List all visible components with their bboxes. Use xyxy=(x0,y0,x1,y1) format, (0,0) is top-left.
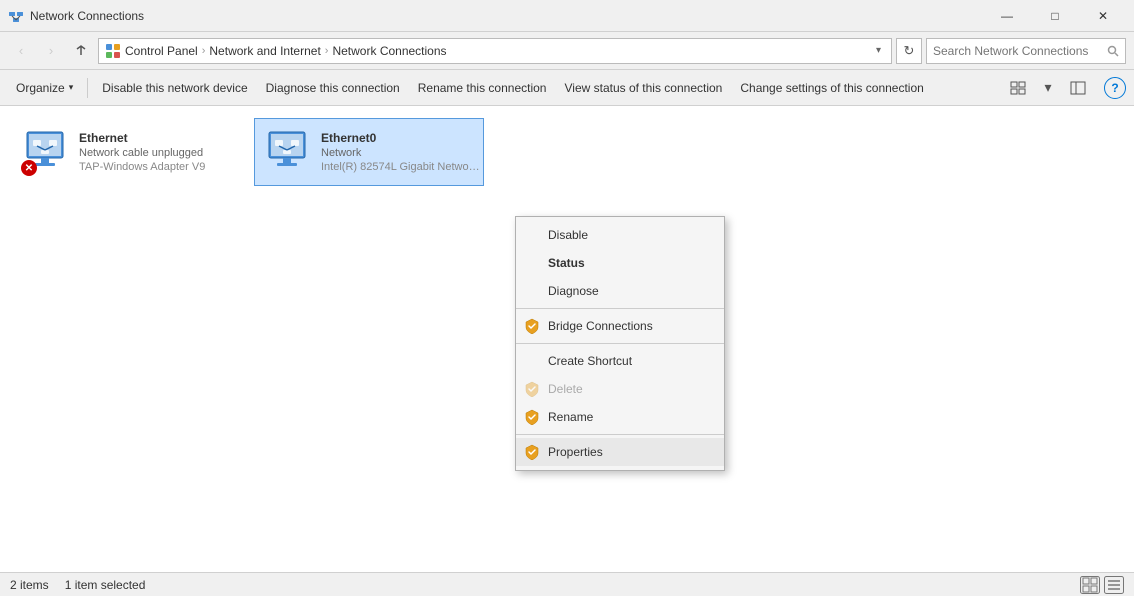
shield-icon-bridge xyxy=(524,318,540,334)
search-input[interactable] xyxy=(933,44,1103,58)
address-path[interactable]: Control Panel › Network and Internet › N… xyxy=(98,38,892,64)
context-menu: Disable Status Diagnose Bridge Connectio… xyxy=(515,216,725,471)
title-bar: Network Connections — □ ✕ xyxy=(0,0,1134,32)
change-settings-button[interactable]: Change settings of this connection xyxy=(732,74,931,102)
ctx-rename[interactable]: Rename xyxy=(516,403,724,431)
shield-icon-delete xyxy=(524,381,540,397)
ethernet0-info: Ethernet0 Network Intel(R) 82574L Gigabi… xyxy=(321,131,481,173)
ethernet0-desc: Intel(R) 82574L Gigabit Network C... xyxy=(321,161,481,173)
title-bar-controls: — □ ✕ xyxy=(984,0,1126,32)
toolbar: Organize ▾ Disable this network device D… xyxy=(0,70,1134,106)
selected-count: 1 item selected xyxy=(65,578,146,592)
minimize-button[interactable]: — xyxy=(984,0,1030,32)
hide-pane-button[interactable] xyxy=(1064,74,1092,102)
back-button[interactable]: ‹ xyxy=(8,38,34,64)
organize-button[interactable]: Organize ▾ xyxy=(8,74,81,102)
status-details-button[interactable] xyxy=(1104,576,1124,594)
status-large-icons-button[interactable] xyxy=(1080,576,1100,594)
ctx-shortcut[interactable]: Create Shortcut xyxy=(516,347,724,375)
toolbar-separator-1 xyxy=(87,78,88,98)
ethernet-icon-wrap: ✕ xyxy=(21,128,69,176)
ctx-status[interactable]: Status xyxy=(516,249,724,277)
view-dropdown-button[interactable]: ▾ xyxy=(1034,74,1062,102)
ctx-sep-3 xyxy=(516,434,724,435)
close-button[interactable]: ✕ xyxy=(1080,0,1126,32)
network-item-ethernet[interactable]: ✕ Ethernet Network cable unplugged TAP-W… xyxy=(12,118,242,186)
status-bar: 2 items 1 item selected xyxy=(0,572,1134,596)
search-box[interactable] xyxy=(926,38,1126,64)
maximize-button[interactable]: □ xyxy=(1032,0,1078,32)
address-bar: ‹ › Control Panel › Network and Internet… xyxy=(0,32,1134,70)
ethernet0-status: Network xyxy=(321,147,481,159)
toolbar-right: ▾ ? xyxy=(1004,74,1126,102)
path-dropdown-button[interactable]: ▾ xyxy=(872,45,885,56)
item-count: 2 items xyxy=(10,578,49,592)
path-control-panel: Control Panel xyxy=(125,44,198,58)
ctx-delete[interactable]: Delete xyxy=(516,375,724,403)
ethernet-desc: TAP-Windows Adapter V9 xyxy=(79,161,205,173)
forward-button[interactable]: › xyxy=(38,38,64,64)
ethernet0-icon xyxy=(263,128,311,176)
error-badge: ✕ xyxy=(21,160,37,176)
view-status-button[interactable]: View status of this connection xyxy=(556,74,730,102)
title-bar-icon xyxy=(8,8,24,24)
ctx-properties[interactable]: Properties xyxy=(516,438,724,466)
ethernet-status: Network cable unplugged xyxy=(79,147,205,159)
path-sep-1: › xyxy=(202,45,206,57)
ethernet-name: Ethernet xyxy=(79,131,205,145)
ctx-bridge[interactable]: Bridge Connections xyxy=(516,312,724,340)
disable-device-button[interactable]: Disable this network device xyxy=(94,74,255,102)
network-items-container: ✕ Ethernet Network cable unplugged TAP-W… xyxy=(12,118,1122,186)
ethernet-info: Ethernet Network cable unplugged TAP-Win… xyxy=(79,131,205,173)
path-network-connections: Network Connections xyxy=(332,44,446,58)
ethernet0-icon-wrap xyxy=(263,128,311,176)
ctx-sep-1 xyxy=(516,308,724,309)
content-area: ✕ Ethernet Network cable unplugged TAP-W… xyxy=(0,106,1134,572)
path-network-internet: Network and Internet xyxy=(209,44,320,58)
ctx-diagnose[interactable]: Diagnose xyxy=(516,277,724,305)
path-sep-2: › xyxy=(325,45,329,57)
ctx-sep-2 xyxy=(516,343,724,344)
control-panel-path-icon xyxy=(105,43,121,59)
up-button[interactable] xyxy=(68,38,94,64)
network-item-ethernet0[interactable]: Ethernet0 Network Intel(R) 82574L Gigabi… xyxy=(254,118,484,186)
diagnose-connection-button[interactable]: Diagnose this connection xyxy=(258,74,408,102)
help-button[interactable]: ? xyxy=(1104,77,1126,99)
ethernet0-name: Ethernet0 xyxy=(321,131,481,145)
search-icon xyxy=(1107,45,1119,57)
title-bar-title: Network Connections xyxy=(30,9,984,23)
status-view-controls xyxy=(1080,576,1124,594)
ctx-disable[interactable]: Disable xyxy=(516,221,724,249)
shield-icon-rename xyxy=(524,409,540,425)
view-options-button[interactable] xyxy=(1004,74,1032,102)
shield-icon-properties xyxy=(524,444,540,460)
rename-connection-button[interactable]: Rename this connection xyxy=(410,74,555,102)
refresh-button[interactable]: ↻ xyxy=(896,38,922,64)
